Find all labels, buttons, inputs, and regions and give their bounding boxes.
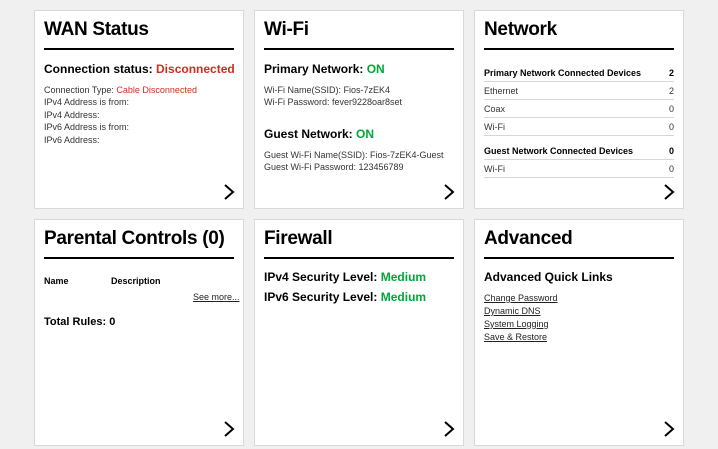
- table-row: Ethernet 2: [484, 82, 674, 100]
- firewall-card: Firewall IPv4 Security Level: Medium IPv…: [254, 219, 464, 446]
- connection-type-value: Cable Disconnected: [116, 85, 197, 95]
- row-label: Guest Network Connected Devices: [484, 146, 634, 156]
- chevron-right-icon[interactable]: [222, 183, 236, 201]
- ipv6-security-level: IPv6 Security Level: Medium: [264, 290, 426, 304]
- primary-ssid: Wi-Fi Name(SSID): Fios-7zEK4: [264, 85, 391, 95]
- ipv4-security-level: IPv4 Security Level: Medium: [264, 270, 426, 284]
- title-divider: [484, 48, 674, 50]
- row-label: Wi-Fi: [484, 164, 505, 174]
- connection-status-label: Connection status:: [44, 62, 153, 76]
- row-value: 0: [668, 164, 674, 174]
- primary-devices-header: Primary Network Connected Devices 2: [484, 64, 674, 82]
- chevron-right-icon[interactable]: [442, 420, 456, 438]
- row-value: 0: [668, 146, 674, 156]
- guest-ssid: Guest Wi-Fi Name(SSID): Fios-7zEK4-Guest: [264, 150, 444, 160]
- card-title: Wi-Fi: [264, 19, 309, 40]
- table-row: Wi-Fi 0: [484, 118, 674, 136]
- ipv4-security-value: Medium: [380, 270, 427, 284]
- network-card: Network Primary Network Connected Device…: [474, 10, 684, 209]
- ipv6-security-label: IPv6 Security Level:: [264, 290, 378, 304]
- guest-devices-header: Guest Network Connected Devices 0: [484, 142, 674, 160]
- ipv6-source: IPv6 Address is from:: [44, 122, 130, 132]
- chevron-right-icon[interactable]: [222, 420, 236, 438]
- row-label: Wi-Fi: [484, 122, 505, 132]
- card-title: Network: [484, 19, 557, 40]
- column-header-name: Name: [44, 276, 69, 286]
- row-value: 2: [668, 86, 674, 96]
- row-label: Ethernet: [484, 86, 519, 96]
- row-value: 2: [668, 68, 674, 78]
- row-label: Primary Network Connected Devices: [484, 68, 642, 78]
- card-title: Firewall: [264, 228, 333, 249]
- title-divider: [484, 257, 674, 259]
- system-logging-link[interactable]: System Logging: [484, 319, 549, 329]
- ipv6-address: IPv6 Address:: [44, 135, 100, 145]
- card-title: Advanced: [484, 228, 573, 249]
- chevron-right-icon[interactable]: [442, 183, 456, 201]
- see-more-link[interactable]: See more...: [193, 292, 240, 302]
- title-divider: [44, 257, 234, 259]
- chevron-right-icon[interactable]: [662, 183, 676, 201]
- ipv4-source: IPv4 Address is from:: [44, 97, 130, 107]
- connection-status-value: Disconnected: [156, 62, 235, 76]
- connection-status: Connection status: Disconnected: [44, 62, 235, 76]
- connection-type-label: Connection Type:: [44, 85, 114, 95]
- ipv4-address: IPv4 Address:: [44, 110, 100, 120]
- wifi-card: Wi-Fi Primary Network: ON Wi-Fi Name(SSI…: [254, 10, 464, 209]
- parental-controls-card: Parental Controls (0) Name Description S…: [34, 219, 244, 446]
- quick-links-heading: Advanced Quick Links: [484, 270, 613, 284]
- row-value: 0: [668, 122, 674, 132]
- primary-network-label: Primary Network:: [264, 62, 364, 76]
- primary-network-status: Primary Network: ON: [264, 62, 385, 76]
- ipv4-security-label: IPv4 Security Level:: [264, 270, 378, 284]
- primary-password: Wi-Fi Password: fever9228oar8set: [264, 97, 403, 107]
- guest-network-status: Guest Network: ON: [264, 127, 374, 141]
- title-divider: [264, 48, 454, 50]
- card-title: Parental Controls (0): [44, 228, 225, 249]
- primary-network-value: ON: [366, 62, 385, 76]
- row-label: Coax: [484, 104, 506, 114]
- title-divider: [44, 48, 234, 50]
- advanced-card: Advanced Advanced Quick Links Change Pas…: [474, 219, 684, 446]
- card-title: WAN Status: [44, 19, 149, 40]
- guest-network-value: ON: [356, 127, 375, 141]
- guest-password: Guest Wi-Fi Password: 123456789: [264, 162, 404, 172]
- chevron-right-icon[interactable]: [662, 420, 676, 438]
- column-header-description: Description: [111, 276, 161, 286]
- dynamic-dns-link[interactable]: Dynamic DNS: [484, 306, 541, 316]
- guest-network-label: Guest Network:: [264, 127, 353, 141]
- row-value: 0: [668, 104, 674, 114]
- wan-status-card: WAN Status Connection status: Disconnect…: [34, 10, 244, 209]
- change-password-link[interactable]: Change Password: [484, 293, 558, 303]
- total-rules: Total Rules: 0: [44, 316, 116, 328]
- table-row: Wi-Fi 0: [484, 160, 674, 178]
- title-divider: [264, 257, 454, 259]
- ipv6-security-value: Medium: [380, 290, 427, 304]
- save-restore-link[interactable]: Save & Restore: [484, 332, 547, 342]
- connection-type: Connection Type: Cable Disconnected: [44, 84, 197, 97]
- table-row: Coax 0: [484, 100, 674, 118]
